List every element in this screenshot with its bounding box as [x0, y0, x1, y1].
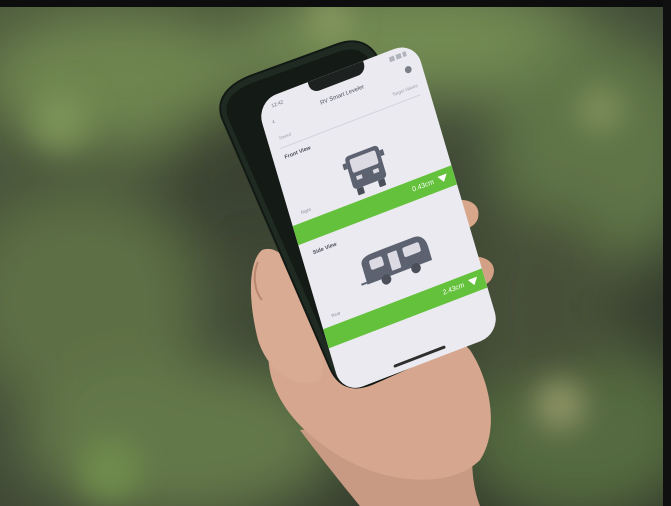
front-level-value: 0.43cm: [411, 178, 435, 194]
arrow-down-icon: [467, 276, 480, 287]
photo-scene: 12:42 ‹ RV Smart Leveler Saved Target Va…: [0, 0, 671, 506]
front-view-label: Front View: [283, 145, 312, 161]
status-icons: [388, 51, 407, 63]
tab-saved[interactable]: Saved: [278, 131, 291, 140]
side-level-value: 2.43cm: [442, 281, 466, 297]
side-view-label: Side View: [312, 241, 338, 257]
status-time: 12:42: [270, 99, 285, 110]
arrow-down-icon: [437, 173, 449, 184]
travel-trailer-side-icon: [361, 236, 433, 286]
front-view-side-label: Right: [300, 206, 312, 216]
side-view-side-label: Rear: [330, 310, 342, 319]
